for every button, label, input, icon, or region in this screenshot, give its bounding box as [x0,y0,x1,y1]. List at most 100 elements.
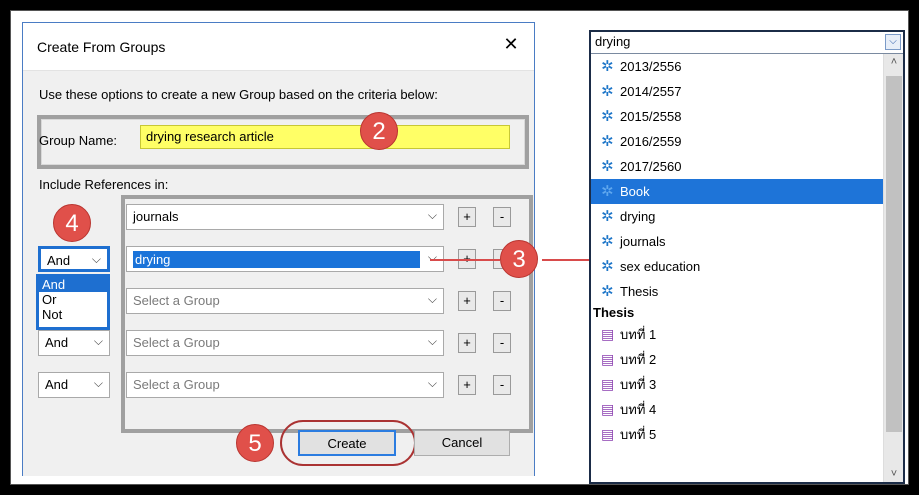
groups-list-panel: drying ⌵ ✲ 2013/2556 ✲ 2014/2557 ✲ 2015/255… [589,30,905,484]
chevron-down-icon[interactable]: ⌵ [885,34,901,50]
add-row-button[interactable]: + [458,291,476,311]
list-item[interactable]: ✲ Thesis [591,279,885,304]
step-badge-2: 2 [360,112,398,150]
close-icon[interactable]: ✕ [500,33,522,55]
list-item-label: Book [620,184,650,199]
list-item[interactable]: ✲ 2016/2559 [591,129,885,154]
gear-icon: ✲ [601,233,614,250]
operator-select-3[interactable]: And ⌵ [38,330,110,356]
remove-row-button[interactable]: - [493,207,511,227]
gear-icon: ✲ [601,258,614,275]
gear-icon: ✲ [601,83,614,100]
step-badge-4: 4 [53,204,91,242]
list-item[interactable]: ✲ sex education [591,254,885,279]
chevron-down-icon: ⌵ [91,252,101,266]
gear-icon: ✲ [601,108,614,125]
list-item[interactable]: ▤ บทที่ 4 [591,397,885,422]
chevron-down-icon: ⌵ [93,376,103,390]
group-select-1[interactable]: journals ⌵ [126,204,444,230]
list-item-label: บทที่ 5 [620,427,657,442]
list-item-label: 2015/2558 [620,109,682,124]
group-name-input[interactable]: drying research article [140,125,510,149]
list-item[interactable]: ✲ 2015/2558 [591,104,885,129]
gear-icon: ✲ [601,208,614,225]
list-item[interactable]: ▤ บทที่ 2 [591,347,885,372]
list-item-label: 2014/2557 [620,84,682,99]
operator-value: And [45,377,69,392]
gear-icon: ✲ [601,158,614,175]
chevron-down-icon: ⌵ [427,292,437,306]
operator-option-and[interactable]: And [39,277,107,292]
document-list-icon: ▤ [601,326,615,342]
scrollbar-thumb[interactable] [886,76,902,432]
group-name-label: Group Name: [39,133,118,148]
group-select-4[interactable]: Select a Group ⌵ [126,330,444,356]
operator-value: And [45,335,69,350]
document-list-icon: ▤ [601,376,615,392]
chevron-down-icon: ⌵ [427,334,437,348]
list-item-label: drying [620,209,656,224]
add-row-button[interactable]: + [458,375,476,395]
search-value: drying [595,34,631,49]
remove-row-button[interactable]: - [493,333,511,353]
list-item[interactable]: ▤ บทที่ 1 [591,322,885,347]
document-list-icon: ▤ [601,401,615,417]
operator-select-1[interactable]: And ⌵ [38,246,110,272]
groups-search-field[interactable]: drying ⌵ [591,32,903,54]
arrow-line [430,259,500,261]
gear-icon: ✲ [601,283,614,300]
step-badge-5: 5 [236,424,274,462]
operator-value: And [47,253,71,268]
list-item[interactable]: ✲ 2013/2556 [591,54,885,79]
add-row-button[interactable]: + [458,333,476,353]
list-item[interactable]: ✲ 2014/2557 [591,79,885,104]
instruction-text: Use these options to create a new Group … [39,87,438,102]
gear-icon: ✲ [601,58,614,75]
list-item-selected[interactable]: ✲ Book [591,179,885,204]
document-list-icon: ▤ [601,351,615,367]
list-item-label: Thesis [620,284,659,299]
operator-option-or[interactable]: Or [39,292,107,307]
list-item[interactable]: ✲ drying [591,204,885,229]
remove-row-button[interactable]: - [493,291,511,311]
list-item[interactable]: ▤ บทที่ 3 [591,372,885,397]
list-item-label: 2017/2560 [620,159,682,174]
arrow-line [542,259,594,261]
list-item-label: บทที่ 2 [620,352,657,367]
group-select-placeholder: Select a Group [133,335,220,350]
list-item-label: บทที่ 4 [620,402,657,417]
scroll-up-icon[interactable]: ˄ [884,56,904,68]
list-item-label: 2013/2556 [620,59,682,74]
add-row-button[interactable]: + [458,207,476,227]
groups-list: ✲ 2013/2556 ✲ 2014/2557 ✲ 2015/2558 ✲ 2016/2… [591,54,885,482]
chevron-down-icon: ⌵ [427,376,437,390]
remove-row-button[interactable]: - [493,375,511,395]
operator-select-4[interactable]: And ⌵ [38,372,110,398]
list-item[interactable]: ✲ journals [591,229,885,254]
section-header: Thesis [593,305,635,320]
cancel-button[interactable]: Cancel [414,430,510,456]
dialog-title: Create From Groups [37,39,166,55]
list-item[interactable]: ▤ บทที่ 5 [591,422,885,447]
list-item[interactable]: ✲ 2017/2560 [591,154,885,179]
group-select-2[interactable]: drying ⌵ [126,246,444,272]
list-item-label: journals [620,234,666,249]
step-badge-3: 3 [500,240,538,278]
chevron-down-icon: ⌵ [427,208,437,222]
scroll-down-icon[interactable]: ˅ [884,468,904,480]
operator-option-not[interactable]: Not [39,307,107,322]
list-item-label: บทที่ 1 [620,327,657,342]
group-select-value: journals [133,209,179,224]
group-select-placeholder: Select a Group [133,377,220,392]
create-button[interactable]: Create [298,430,396,456]
operator-dropdown-list: And Or Not [36,274,110,330]
chevron-down-icon: ⌵ [427,250,437,264]
group-select-placeholder: Select a Group [133,293,220,308]
scrollbar[interactable]: ˄ ˅ [883,54,903,482]
list-item-label: บทที่ 3 [620,377,657,392]
document-list-icon: ▤ [601,426,615,442]
group-select-5[interactable]: Select a Group ⌵ [126,372,444,398]
group-select-3[interactable]: Select a Group ⌵ [126,288,444,314]
list-item-label: sex education [620,259,701,274]
list-item-label: 2016/2559 [620,134,682,149]
